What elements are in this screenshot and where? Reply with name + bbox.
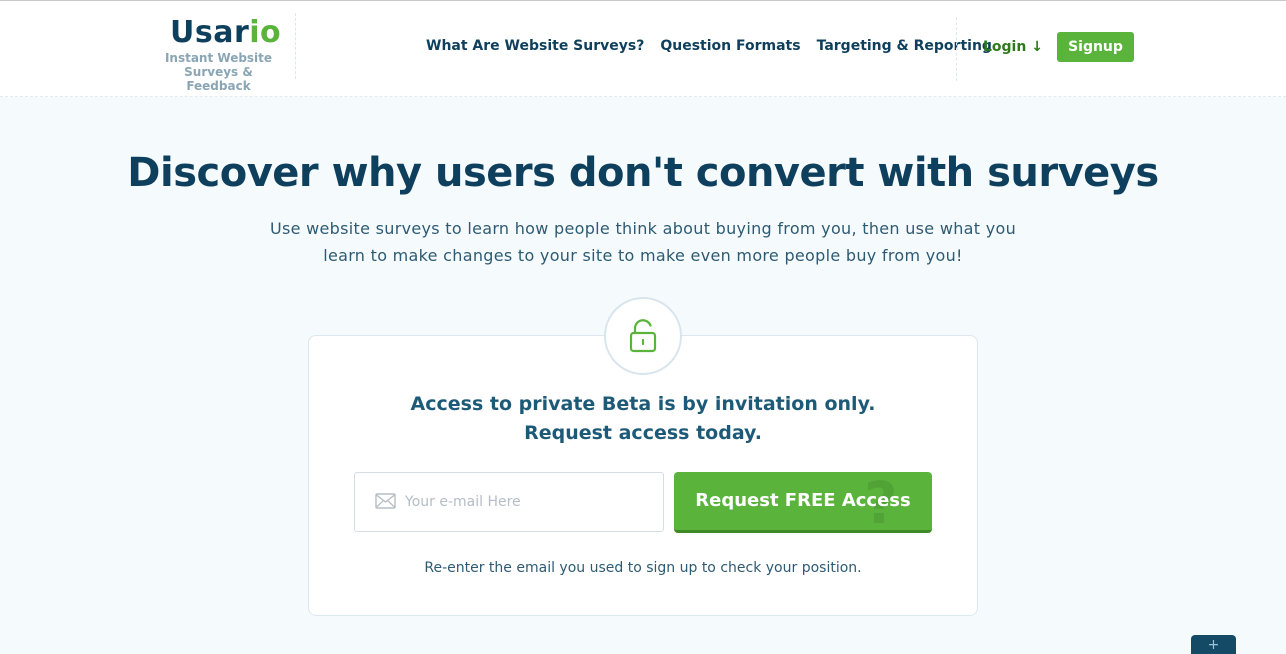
hero-subtitle-line2: learn to make changes to your site to ma… <box>323 246 963 265</box>
logo-tagline-line1: Instant Website <box>164 51 273 65</box>
helper-text: Re-enter the email you used to sign up t… <box>424 560 862 576</box>
card-title: Access to private Beta is by invitation … <box>308 390 978 448</box>
logo-accent: io <box>249 15 282 50</box>
nav-link-website-surveys[interactable]: What Are Website Surveys? <box>426 38 644 58</box>
request-access-button[interactable]: ? Request FREE Access <box>674 472 932 533</box>
email-field-wrapper <box>354 472 664 532</box>
login-link[interactable]: Login ↓ <box>983 39 1043 55</box>
logo[interactable]: Usario Instant Website Surveys & Feedbac… <box>150 13 296 93</box>
nav-link-question-formats[interactable]: Question Formats <box>660 38 800 58</box>
logo-wordmark: Usario <box>170 15 281 50</box>
feedback-tab[interactable]: + <box>1191 635 1236 654</box>
nav-divider <box>956 17 957 81</box>
main-nav: What Are Website Surveys? Question Forma… <box>426 38 992 58</box>
email-input[interactable] <box>405 473 660 531</box>
card-title-line1: Access to private Beta is by invitation … <box>410 393 876 415</box>
logo-tagline: Instant Website Surveys & Feedback <box>150 51 287 93</box>
nav-link-targeting-reporting[interactable]: Targeting & Reporting <box>817 38 992 58</box>
signup-button[interactable]: Signup <box>1057 32 1134 62</box>
hero-subtitle-line1: Use website surveys to learn how people … <box>269 219 1017 238</box>
unlock-icon <box>629 319 657 353</box>
site-header: Usario Instant Website Surveys & Feedbac… <box>0 1 1286 97</box>
card-title-line2: Request access today. <box>524 422 762 444</box>
logo-prefix: Usar <box>170 15 250 50</box>
logo-tagline-line2: Surveys & Feedback <box>184 65 253 93</box>
lock-badge <box>604 297 682 375</box>
hero-subtitle: Use website surveys to learn how people … <box>253 215 1033 269</box>
request-access-label: Request FREE Access <box>695 490 911 511</box>
hero-title: Discover why users don't convert with su… <box>127 150 1159 196</box>
mail-icon <box>375 493 396 509</box>
